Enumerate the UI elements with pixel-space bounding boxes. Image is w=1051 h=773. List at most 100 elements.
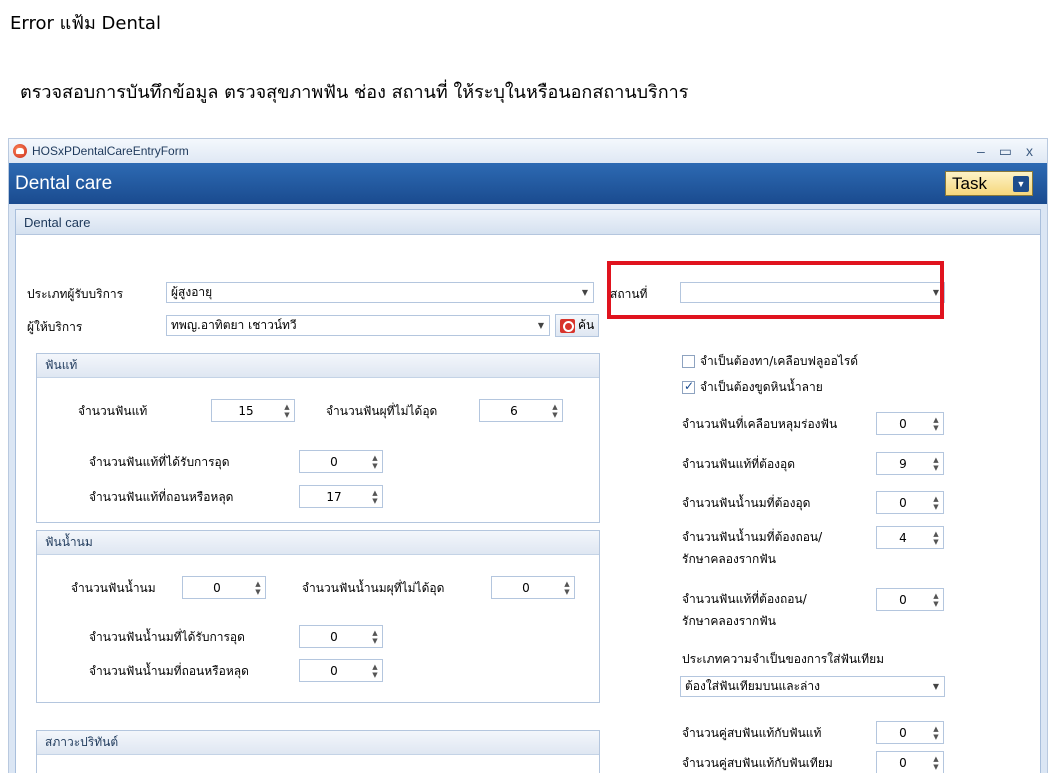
perm-need-extract-stepper[interactable]: 0 ▲ ▼	[876, 588, 944, 611]
permanent-teeth-group: ฟันแท้ จำนวนฟันแท้ 15 ▲ ▼ จำนวนฟันผุที่ไม…	[36, 353, 600, 523]
minimize-icon[interactable]: –	[977, 143, 985, 160]
spin-arrows-icon: ▲ ▼	[284, 402, 290, 419]
spin-arrows-icon: ▲ ▼	[933, 455, 939, 472]
window-title: HOSxPDentalCareEntryForm	[32, 144, 189, 158]
primary-total-value: 0	[213, 580, 221, 595]
spin-arrows-icon: ▲ ▼	[372, 662, 378, 679]
permanent-filled-label: จำนวนฟันแท้ที่ได้รับการอุด	[89, 455, 230, 469]
form-header-title: Dental care	[15, 172, 113, 194]
primary-unfilled-stepper[interactable]: 0 ▲ ▼	[491, 576, 575, 599]
permanent-total-label: จำนวนฟันแท้	[78, 404, 148, 418]
denture-need-select[interactable]: ต้องใส่ฟันเทียมบนและล่าง ▼	[680, 676, 945, 697]
close-icon[interactable]: x	[1026, 143, 1033, 160]
provider-value: ทพญ.อาทิตยา เชาวน์ทวี	[171, 318, 297, 332]
scaling-label: จำเป็นต้องขูดหินน้ำลาย	[700, 380, 823, 394]
chevron-down-icon: ▼	[932, 682, 940, 691]
permanent-unfilled-stepper[interactable]: 6 ▲ ▼	[479, 399, 563, 422]
permanent-total-stepper[interactable]: 15 ▲ ▼	[211, 399, 295, 422]
fluoride-checkbox[interactable]: จำเป็นต้องทา/เคลือบฟลูออไรด์	[682, 352, 858, 371]
sealant-label: จำนวนฟันที่เคลือบหลุมร่องฟัน	[682, 417, 838, 431]
spin-arrows-icon: ▲ ▼	[564, 579, 570, 596]
spin-arrows-icon: ▲ ▼	[372, 488, 378, 505]
occlusion-denture-value: 0	[899, 755, 907, 770]
denture-need-label: ประเภทความจำเป็นของการใส่ฟันเทียม	[682, 652, 885, 666]
spin-arrows-icon: ▲ ▼	[933, 494, 939, 511]
perm-need-fill-label: จำนวนฟันแท้ที่ต้องอุด	[682, 457, 796, 471]
permanent-extracted-stepper[interactable]: 17 ▲ ▼	[299, 485, 383, 508]
prim-need-extract-value: 4	[899, 530, 907, 545]
task-button-label: Task	[952, 173, 987, 193]
primary-filled-label: จำนวนฟันน้ำนมที่ได้รับการอุด	[89, 630, 245, 644]
permanent-filled-value: 0	[330, 454, 338, 469]
primary-total-stepper[interactable]: 0 ▲ ▼	[182, 576, 266, 599]
panel-title: Dental care	[16, 210, 1040, 235]
permanent-total-value: 15	[238, 403, 254, 418]
occlusion-natural-stepper[interactable]: 0 ▲ ▼	[876, 721, 944, 744]
spin-arrows-icon: ▲ ▼	[933, 754, 939, 771]
prim-need-extract-stepper[interactable]: 4 ▲ ▼	[876, 526, 944, 549]
permanent-teeth-title: ฟันแท้	[37, 354, 599, 378]
primary-teeth-group: ฟันน้ำนม จำนวนฟันน้ำนม 0 ▲ ▼ จำนวนฟันน้ำน…	[36, 530, 600, 703]
perm-need-extract-value: 0	[899, 592, 907, 607]
spin-arrows-icon: ▲ ▼	[552, 402, 558, 419]
provider-label: ผู้ให้บริการ	[27, 320, 83, 334]
find-provider-button[interactable]: ค้น	[555, 314, 600, 337]
spin-arrows-icon: ▲ ▼	[372, 628, 378, 645]
primary-unfilled-label: จำนวนฟันน้ำนมผุที่ไม่ได้อุด	[302, 581, 445, 595]
fluoride-label: จำเป็นต้องทา/เคลือบฟลูออไรด์	[700, 354, 859, 368]
sealant-stepper[interactable]: 0 ▲ ▼	[876, 412, 944, 435]
spin-arrows-icon: ▲ ▼	[372, 453, 378, 470]
checkbox-unchecked-icon	[682, 355, 695, 368]
primary-total-label: จำนวนฟันน้ำนม	[71, 581, 156, 595]
form-header: Dental care Task ▼	[9, 163, 1047, 204]
occlusion-natural-value: 0	[899, 725, 907, 740]
dental-care-window: HOSxPDentalCareEntryForm – ▭ x Dental ca…	[8, 138, 1048, 773]
prim-need-extract-label-line2: รักษาคลองรากฟัน	[682, 552, 776, 566]
primary-extracted-stepper[interactable]: 0 ▲ ▼	[299, 659, 383, 682]
chevron-down-icon: ▼	[537, 321, 545, 330]
app-icon	[13, 144, 27, 158]
chevron-down-icon: ▼	[1013, 175, 1029, 192]
spin-arrows-icon: ▲ ▼	[255, 579, 261, 596]
primary-unfilled-value: 0	[522, 580, 530, 595]
permanent-extracted-value: 17	[326, 489, 342, 504]
provider-select[interactable]: ทพญ.อาทิตยา เชาวน์ทวี ▼	[166, 315, 550, 336]
primary-teeth-title: ฟันน้ำนม	[37, 531, 599, 555]
spin-arrows-icon: ▲ ▼	[933, 724, 939, 741]
window-titlebar: HOSxPDentalCareEntryForm – ▭ x	[9, 139, 1047, 163]
scaling-checkbox[interactable]: จำเป็นต้องขูดหินน้ำลาย	[682, 378, 823, 397]
task-button[interactable]: Task ▼	[945, 171, 1033, 196]
periodontal-group: สภาวะปริทันต์	[36, 730, 600, 773]
service-type-select[interactable]: ผู้สูงอายุ ▼	[166, 282, 594, 303]
prim-need-fill-value: 0	[899, 495, 907, 510]
spin-arrows-icon: ▲ ▼	[933, 529, 939, 546]
permanent-extracted-label: จำนวนฟันแท้ที่ถอนหรือหลุด	[89, 490, 234, 504]
search-icon	[560, 318, 575, 333]
occlusion-denture-stepper[interactable]: 0 ▲ ▼	[876, 751, 944, 773]
primary-extracted-label: จำนวนฟันน้ำนมที่ถอนหรือหลุด	[89, 664, 249, 678]
primary-filled-stepper[interactable]: 0 ▲ ▼	[299, 625, 383, 648]
periodontal-title: สภาวะปริทันต์	[37, 731, 599, 755]
spin-arrows-icon: ▲ ▼	[933, 591, 939, 608]
permanent-filled-stepper[interactable]: 0 ▲ ▼	[299, 450, 383, 473]
document-description: ตรวจสอบการบันทึกข้อมูล ตรวจสุขภาพฟัน ช่อ…	[20, 82, 689, 103]
prim-need-fill-stepper[interactable]: 0 ▲ ▼	[876, 491, 944, 514]
prim-need-fill-label: จำนวนฟันน้ำนมที่ต้องอุด	[682, 496, 811, 510]
service-type-label: ประเภทผู้รับบริการ	[27, 287, 124, 301]
perm-need-fill-stepper[interactable]: 9 ▲ ▼	[876, 452, 944, 475]
primary-filled-value: 0	[330, 629, 338, 644]
find-label: ค้น	[578, 318, 595, 332]
prim-need-extract-label: จำนวนฟันน้ำนมที่ต้องถอน/	[682, 530, 823, 544]
occlusion-denture-label: จำนวนคู่สบฟันแท้กับฟันเทียม	[682, 756, 833, 770]
service-type-value: ผู้สูงอายุ	[171, 285, 213, 299]
place-field-highlight	[607, 261, 944, 319]
checkbox-checked-icon	[682, 379, 695, 394]
chevron-down-icon: ▼	[581, 288, 589, 297]
maximize-icon[interactable]: ▭	[999, 143, 1012, 160]
permanent-unfilled-label: จำนวนฟันผุที่ไม่ได้อุด	[326, 404, 438, 418]
permanent-unfilled-value: 6	[510, 403, 518, 418]
perm-need-fill-value: 9	[899, 456, 907, 471]
document-title: Error แฟ้ม Dental	[10, 13, 161, 34]
primary-extracted-value: 0	[330, 663, 338, 678]
perm-need-extract-label: จำนวนฟันแท้ที่ต้องถอน/	[682, 592, 807, 606]
